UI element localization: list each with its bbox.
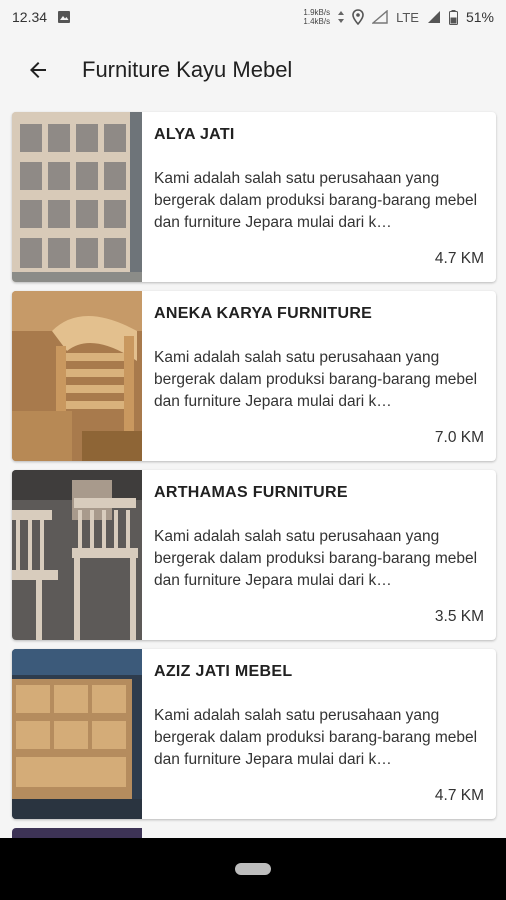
store-thumbnail <box>12 470 142 640</box>
network-speed: 1.9kB/s 1.4kB/s <box>303 8 330 26</box>
store-distance: 7.0 KM <box>434 429 484 446</box>
store-card-arthamas-furniture[interactable]: ARTHAMAS FURNITURE Kami adalah salah sat… <box>12 470 496 640</box>
page-title: Furniture Kayu Mebel <box>82 57 293 82</box>
store-card-aneka-karya-furniture[interactable]: ANEKA KARYA FURNITURE Kami adalah salah … <box>12 291 496 461</box>
location-icon <box>352 9 364 25</box>
cell-signal-icon <box>427 10 441 24</box>
back-button[interactable] <box>10 42 66 98</box>
store-name: ANEKA KARYA FURNITURE <box>154 305 373 322</box>
system-nav-bar <box>0 838 506 900</box>
store-distance: 3.5 KM <box>434 608 484 625</box>
store-list: ALYA JATI Kami adalah salah satu perusah… <box>12 112 496 828</box>
arrow-left-icon <box>30 62 46 78</box>
home-handle[interactable] <box>235 863 271 875</box>
store-description: Kami adalah salah satu perusahaan yang b… <box>154 349 478 410</box>
store-thumbnail <box>12 649 142 819</box>
store-description: Kami adalah salah satu perusahaan yang b… <box>154 707 478 768</box>
store-thumbnail <box>12 291 142 461</box>
speed-down: 1.4kB/s <box>303 17 331 26</box>
status-bar: 12.34 1.9kB/s 1.4kB/s LTE 51% <box>0 0 506 34</box>
store-thumbnail <box>12 112 142 282</box>
battery-level: 51% <box>465 9 494 25</box>
data-arrows-icon <box>338 11 345 23</box>
image-notification-icon <box>57 10 71 24</box>
wifi-signal-icon <box>372 10 388 24</box>
card-body: AZIZ JATI MEBEL Kami adalah salah satu p… <box>142 649 496 819</box>
network-type: LTE <box>396 9 419 25</box>
store-distance: 4.7 KM <box>434 787 484 804</box>
speed-up: 1.9kB/s <box>303 8 331 17</box>
store-description: Kami adalah salah satu perusahaan yang b… <box>154 170 478 231</box>
app-bar: Furniture Kayu Mebel <box>0 34 506 106</box>
store-card-aziz-jati-mebel[interactable]: AZIZ JATI MEBEL Kami adalah salah satu p… <box>12 649 496 819</box>
store-name: ARTHAMAS FURNITURE <box>154 484 348 501</box>
next-store-card-partial[interactable] <box>12 828 142 838</box>
card-body: ANEKA KARYA FURNITURE Kami adalah salah … <box>142 291 496 461</box>
card-body: ARTHAMAS FURNITURE Kami adalah salah sat… <box>142 470 496 640</box>
status-time: 12.34 <box>12 9 48 25</box>
battery-icon <box>448 9 458 25</box>
store-name: ALYA JATI <box>154 126 235 143</box>
store-distance: 4.7 KM <box>434 250 484 267</box>
store-description: Kami adalah salah satu perusahaan yang b… <box>154 528 478 589</box>
card-body: ALYA JATI Kami adalah salah satu perusah… <box>142 112 496 282</box>
store-card-alya-jati[interactable]: ALYA JATI Kami adalah salah satu perusah… <box>12 112 496 282</box>
store-name: AZIZ JATI MEBEL <box>154 663 293 680</box>
